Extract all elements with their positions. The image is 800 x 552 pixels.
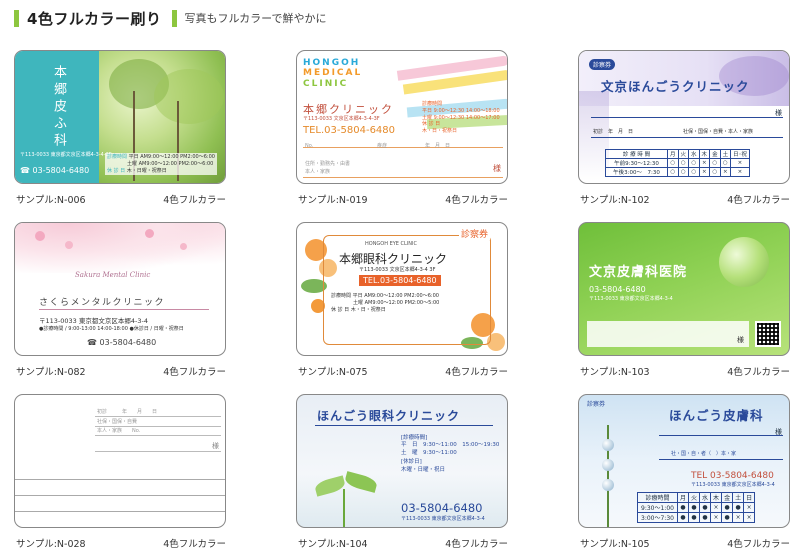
tel: TEL 03-5804-6480 <box>691 471 774 481</box>
tel: ☎ 03-5804-6480 <box>20 166 90 175</box>
self-family-field: 本人・家族 <box>305 169 331 175</box>
self-family-field: 本人・家族 No. <box>97 428 141 434</box>
sama-label: 様 <box>212 442 219 450</box>
hours-block: 診療時間 平日 AM9:00～12:00 PM2:00～6:00 土曜 AM9:… <box>331 293 440 313</box>
sample-card-n105[interactable]: 診察券 ほんごう皮膚科 様 社・国・自・者（ ）本・家 TEL 03-5804-… <box>578 394 796 550</box>
caption: サンプル:N-103 4色フルカラー <box>580 367 790 378</box>
badge: 診察券 <box>589 59 616 70</box>
sama-label: 様 <box>737 336 744 344</box>
name-field <box>587 321 749 347</box>
clinic-name-vertical: 本郷皮ふ科 <box>51 65 66 150</box>
english-name: HONGOH EYE CLINIC <box>365 241 418 247</box>
english-name: Sakura Mental Clinic <box>75 271 151 279</box>
sample-card-n006[interactable]: 本郷皮ふ科 〒113-0033 東京都文京区本郷4-3-4-3F ☎ 03-58… <box>14 50 232 206</box>
clinic-name: 文京ほんごうクリニック <box>601 79 750 94</box>
address: 〒113-0033 東京都文京区本郷4-3-4 <box>691 482 775 488</box>
section-header: 4色フルカラー刷り 写真もフルカラーで鮮やかに <box>14 8 327 28</box>
section-subtitle: 写真もフルカラーで鮮やかに <box>184 12 327 25</box>
clinic-name: 本郷眼科クリニック <box>339 252 448 266</box>
card-image[interactable]: Sakura Mental Clinic さくらメンタルクリニック 〒113-0… <box>14 222 226 356</box>
sample-card-n103[interactable]: 文京皮膚科医院 03-5804-6480 〒113-0033 東京都文京区本郷4… <box>578 222 796 378</box>
tel: ☎ 03-5804-6480 <box>87 338 157 347</box>
card-image[interactable]: 文京皮膚科医院 03-5804-6480 〒113-0033 東京都文京区本郷4… <box>578 222 790 356</box>
sample-card-n028[interactable]: 初診 年 月 日 社保・国保・自費 本人・家族 No. 様 サンプル:N-028… <box>14 394 232 550</box>
tel: TEL.03-5804-6480 <box>303 125 396 136</box>
caption: サンプル:N-028 4色フルカラー <box>16 539 226 550</box>
card-image[interactable]: 初診 年 月 日 社保・国保・自費 本人・家族 No. 様 <box>14 394 226 528</box>
hours: ●診療時間 / 9:00-13:00 14:00-18:00 ●休診日 / 日曜… <box>39 326 184 332</box>
caption: サンプル:N-104 4色フルカラー <box>298 539 508 550</box>
address: 〒113-0033 東京都文京区本郷4-3-4-3F <box>20 152 112 158</box>
caption: サンプル:N-006 4色フルカラー <box>16 195 226 206</box>
schedule-table: 診療時間月火水木金土日 9:30～1:00 ● ● ● × ● ● × 3:00～7:30 ● ●… <box>637 492 756 523</box>
sample-card-n019[interactable]: HONGOH MEDICAL CLINIC 本郷クリニック 〒113-0033 … <box>296 50 514 206</box>
caption: サンプル:N-102 4色フルカラー <box>580 195 790 206</box>
insurance-field: 社保・国保・自費 <box>97 419 138 425</box>
section-title: 4色フルカラー刷り <box>27 9 162 28</box>
clinic-name: さくらメンタルクリニック <box>39 298 166 308</box>
header-accent-bar-2 <box>171 9 177 27</box>
tel: 03-5804-6480 <box>589 285 646 294</box>
insurance: 社・国・自・者（ ）本・家 <box>671 451 737 457</box>
water-drop-image <box>719 237 769 287</box>
tel: TEL.03-5804-6480 <box>359 275 441 286</box>
hours-block: [診療時間] 平 日 9:30～11:00 15:00～19:30 土 曜 9:… <box>401 435 500 473</box>
caption: サンプル:N-082 4色フルカラー <box>16 367 226 378</box>
first-visit: 初診 年 月 日 <box>97 409 158 415</box>
card-image[interactable]: ほんごう眼科クリニック [診療時間] 平 日 9:30～11:00 15:00～… <box>296 394 508 528</box>
address: 〒113-0033 文京区本郷4-3-4-3F <box>303 116 380 122</box>
first-visit: 初診 年 月 日 <box>593 129 634 135</box>
sakura-image <box>15 223 225 273</box>
card-image[interactable]: 診察券 文京ほんごうクリニック 様 初診 年 月 日 社保・国保・自費・本人・家… <box>578 50 790 184</box>
address: 〒113-0033 東京都文京区本郷4-3-4 <box>39 317 148 325</box>
header-accent-bar <box>14 9 19 27</box>
hours-block: 診療時間 平日 9:00～12:30 14:00～18:00 土曜 9:00～1… <box>422 101 500 134</box>
card-image[interactable]: 本郷皮ふ科 〒113-0033 東京都文京区本郷4-3-4-3F ☎ 03-58… <box>14 50 226 184</box>
clinic-name: 文京皮膚科医院 <box>589 265 688 280</box>
caption: サンプル:N-075 4色フルカラー <box>298 367 508 378</box>
badge: 診察券 <box>587 401 606 408</box>
hours-block: 診療時間 平日 AM9:00～12:00 PM2:00～6:00 土曜 AM9:… <box>105 153 217 176</box>
insurance-field: 住所・勤務先・由書 <box>305 161 351 167</box>
insurance: 社保・国保・自費・本人・家族 <box>683 129 754 135</box>
no-label: No. <box>305 143 314 149</box>
sample-card-n075[interactable]: 診察券 HONGOH EYE CLINIC 本郷眼科クリニック 〒113-003… <box>296 222 514 378</box>
date-field: 年 月 日 <box>425 143 451 149</box>
address: 〒113-0033 東京都文京区本郷4-3-4 <box>401 516 485 522</box>
tel: 03-5804-6480 <box>401 501 483 515</box>
english-name: HONGOH MEDICAL CLINIC <box>303 58 363 89</box>
illness-label: 疾症 <box>377 143 388 149</box>
sample-card-n102[interactable]: 診察券 文京ほんごうクリニック 様 初診 年 月 日 社保・国保・自費・本人・家… <box>578 50 796 206</box>
clinic-name: ほんごう皮膚科 <box>669 408 764 423</box>
card-image[interactable]: 診察券 ほんごう皮膚科 様 社・国・自・者（ ）本・家 TEL 03-5804-… <box>578 394 790 528</box>
qr-code-icon <box>755 321 781 347</box>
badge: 診察券 <box>459 227 491 240</box>
card-image[interactable]: 診察券 HONGOH EYE CLINIC 本郷眼科クリニック 〒113-003… <box>296 222 508 356</box>
sama-label: 様 <box>493 164 501 173</box>
caption: サンプル:N-105 4色フルカラー <box>580 539 790 550</box>
clinic-name: ほんごう眼科クリニック <box>317 409 461 423</box>
address: 〒113-0033 東京都文京区本郷4-3-4 <box>589 296 673 302</box>
sama-label: 様 <box>775 428 782 436</box>
sprout-image <box>303 465 395 527</box>
dewdrop-image <box>585 425 635 527</box>
card-image[interactable]: HONGOH MEDICAL CLINIC 本郷クリニック 〒113-0033 … <box>296 50 508 184</box>
sample-card-n104[interactable]: ほんごう眼科クリニック [診療時間] 平 日 9:30～11:00 15:00～… <box>296 394 514 550</box>
clinic-name: 本郷クリニック <box>303 103 394 116</box>
sample-card-n082[interactable]: Sakura Mental Clinic さくらメンタルクリニック 〒113-0… <box>14 222 232 378</box>
address: 〒113-0033 文京区本郷4-3-4 3F <box>359 267 436 273</box>
caption: サンプル:N-019 4色フルカラー <box>298 195 508 206</box>
sama-label: 様 <box>775 109 782 117</box>
schedule-table: 診 療 時 間月火水木金土日･祝 午前9:30～12:30 ○ ○ ○ × ○ ○ × 午後3… <box>605 149 750 177</box>
